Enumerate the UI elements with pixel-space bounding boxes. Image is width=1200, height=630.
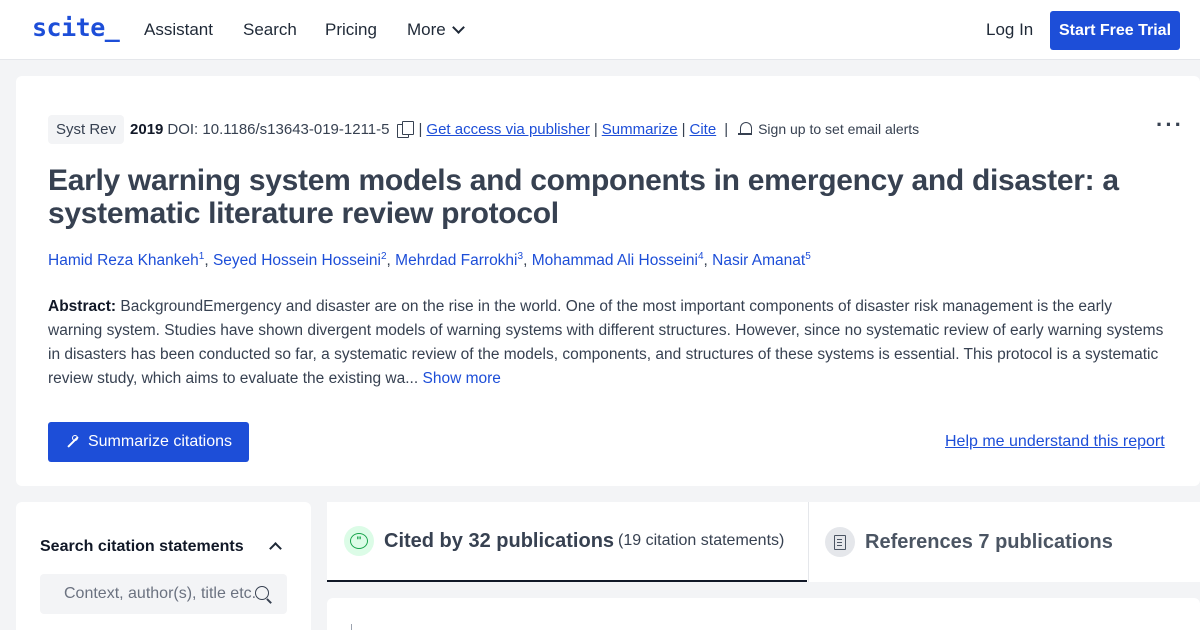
citation-search-input[interactable] — [40, 574, 287, 614]
nav-assistant[interactable]: Assistant — [144, 20, 213, 40]
journal-badge[interactable]: Syst Rev — [48, 114, 125, 144]
copy-icon[interactable] — [396, 120, 414, 138]
nav-more-label: More — [407, 20, 446, 39]
get-access-link[interactable]: Get access via publisher — [426, 121, 589, 138]
separator: | — [593, 120, 598, 138]
cite-link[interactable]: Cite — [690, 121, 717, 138]
summarize-citations-label: Summarize citations — [87, 433, 233, 450]
references-count: References 7 publications — [865, 530, 1113, 553]
quote-icon: " — [350, 533, 368, 549]
search-icon[interactable] — [255, 586, 269, 600]
cited-by-count: Cited by 32 publications — [384, 529, 615, 552]
author-link[interactable]: Seyed Hossein Hosseini2 — [213, 251, 387, 269]
separator: | — [681, 120, 686, 138]
author-list: Hamid Reza Khankeh1, Seyed Hossein Hosse… — [48, 251, 811, 270]
help-understand-report-link[interactable]: Help me understand this report — [945, 433, 1165, 451]
author-link[interactable]: Mehrdad Farrokhi3 — [395, 251, 523, 269]
citation-tabs: " Cited by 32 publications (19 citation … — [327, 502, 1200, 582]
author-link[interactable]: Nasir Amanat5 — [712, 251, 811, 269]
bell-icon[interactable] — [738, 121, 753, 137]
paper-title: Early warning system models and componen… — [48, 164, 1119, 230]
scite-logo[interactable]: scite_ — [32, 13, 120, 42]
citation-statements-count: (19 citation statements) — [618, 532, 785, 549]
tab-references[interactable]: References 7 publications — [808, 502, 1200, 582]
search-panel-title: Search citation statements — [40, 538, 244, 555]
separator: | — [418, 120, 423, 138]
summarize-citations-button[interactable]: Summarize citations — [48, 422, 249, 462]
cited-icon-badge: " — [344, 526, 374, 556]
paper-meta-row: Syst Rev 2019 DOI: 10.1186/s13643-019-12… — [48, 113, 919, 145]
abstract: Abstract: BackgroundEmergency and disast… — [48, 295, 1168, 391]
chevron-down-icon — [451, 21, 465, 34]
start-free-trial-button[interactable]: Start Free Trial — [1050, 11, 1180, 50]
divider — [351, 624, 352, 630]
document-icon — [834, 534, 846, 550]
publication-year: 2019 — [130, 120, 164, 138]
nav-search[interactable]: Search — [243, 20, 297, 40]
paper-card: Syst Rev 2019 DOI: 10.1186/s13643-019-12… — [16, 76, 1200, 486]
summarize-link[interactable]: Summarize — [602, 121, 678, 138]
tab-cited-by[interactable]: " Cited by 32 publications (19 citation … — [327, 502, 807, 582]
nav-pricing[interactable]: Pricing — [325, 20, 377, 40]
citation-results-panel — [327, 598, 1200, 630]
abstract-text: BackgroundEmergency and disaster are on … — [48, 298, 1164, 387]
wand-icon — [65, 435, 79, 449]
login-link[interactable]: Log In — [986, 20, 1033, 40]
citation-search-panel: Search citation statements — [16, 502, 311, 630]
chevron-up-icon[interactable] — [269, 542, 282, 555]
top-navigation-bar: scite_ Assistant Search Pricing More Log… — [0, 0, 1200, 60]
nav-more-dropdown[interactable]: More — [407, 20, 465, 40]
abstract-label: Abstract: — [48, 298, 117, 315]
email-alerts-link[interactable]: Sign up to set email alerts — [758, 121, 919, 137]
references-icon-badge — [825, 527, 855, 557]
author-link[interactable]: Hamid Reza Khankeh1 — [48, 251, 204, 269]
doi-text: DOI: 10.1186/s13643-019-1211-5 — [167, 120, 390, 138]
more-options-icon[interactable]: ··· — [1156, 112, 1184, 138]
separator: | — [724, 120, 729, 138]
author-link[interactable]: Mohammad Ali Hosseini4 — [532, 251, 704, 269]
show-more-link[interactable]: Show more — [422, 370, 500, 387]
